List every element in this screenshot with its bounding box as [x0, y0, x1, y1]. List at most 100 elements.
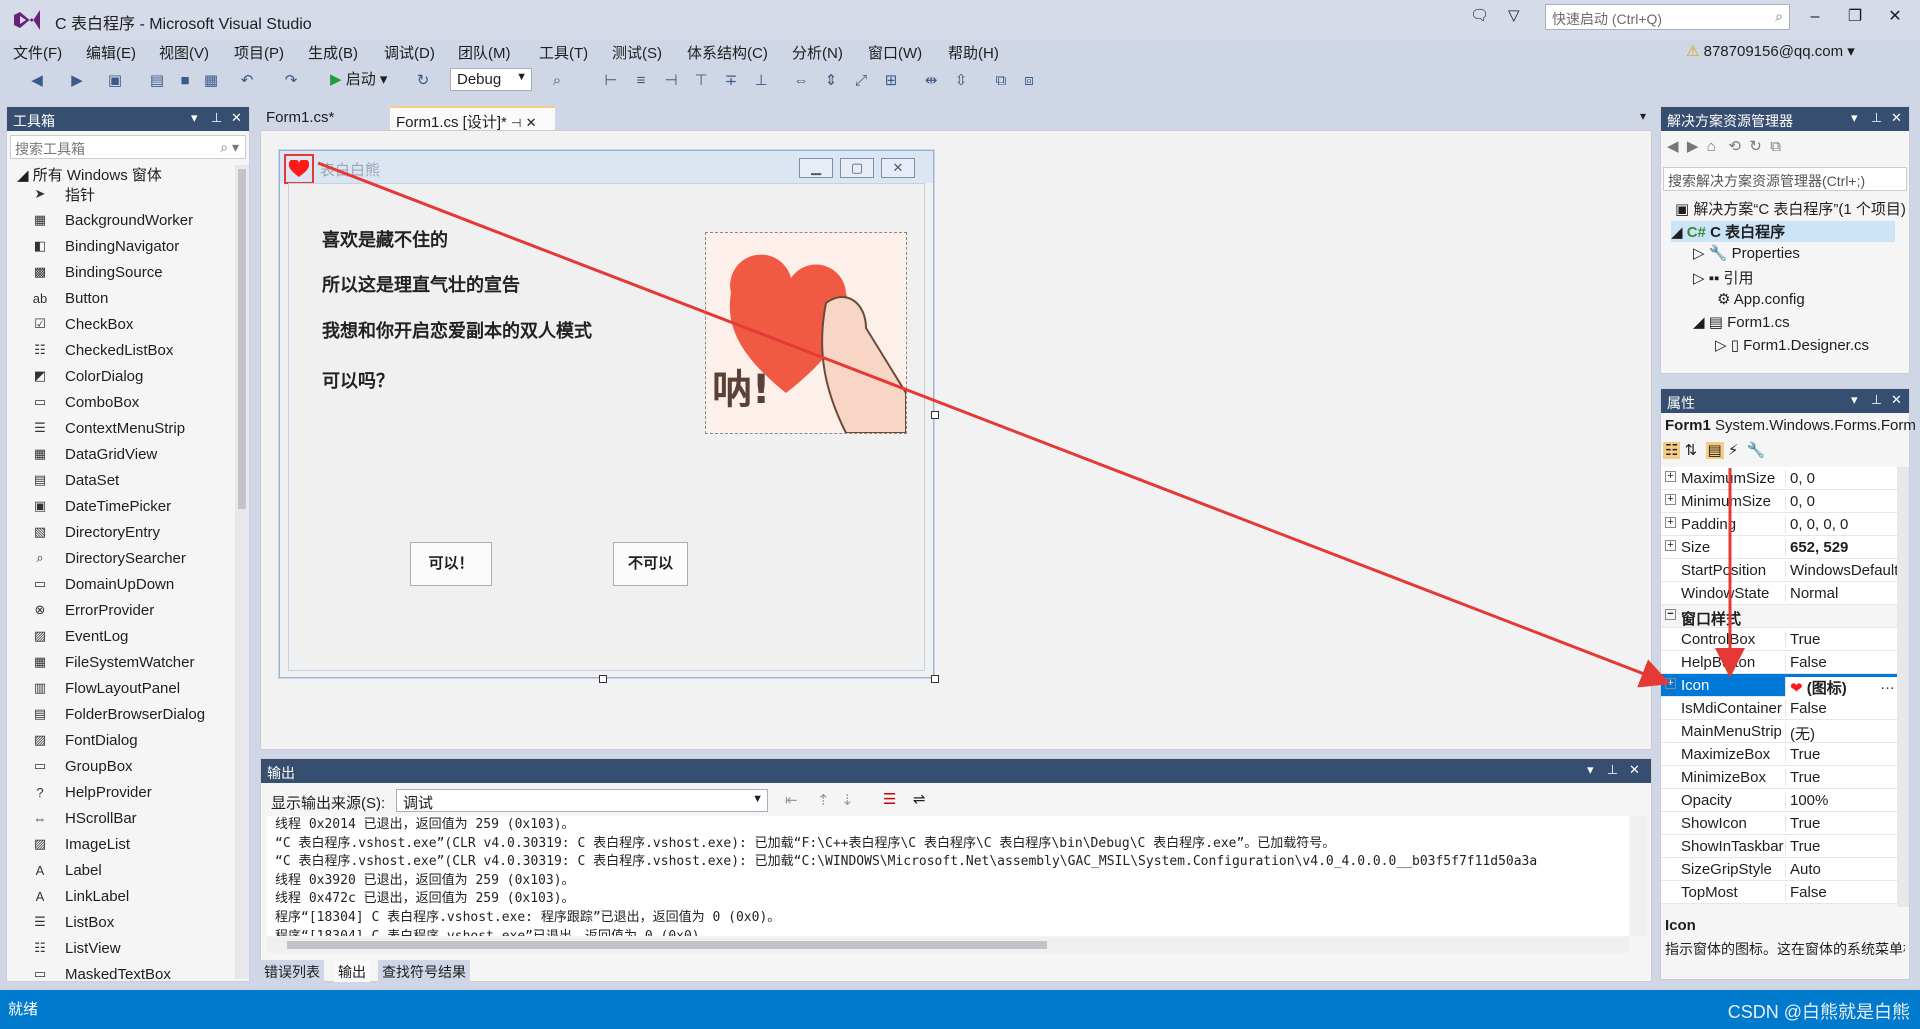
close-button[interactable]: ✕	[1880, 6, 1910, 28]
menu-file[interactable]: 文件(F)	[13, 42, 62, 63]
property-row-ismdicontainer[interactable]: IsMdiContainer False	[1661, 697, 1897, 720]
tree-form1-designer[interactable]: ▷ ▯ Form1.Designer.cs	[1715, 336, 1891, 354]
property-value[interactable]: True	[1785, 838, 1897, 855]
property-value[interactable]: 0, 0	[1785, 493, 1897, 510]
dropdown-icon[interactable]: ▾	[1587, 762, 1594, 778]
form-text-line-1[interactable]: 喜欢是藏不住的	[322, 226, 448, 252]
menu-edit[interactable]: 编辑(E)	[86, 42, 136, 63]
toolbox-item-checkedlistbox[interactable]: ☷ CheckedListBox	[31, 337, 173, 363]
property-row-minimumsize[interactable]: + MinimumSize 0, 0	[1661, 490, 1897, 513]
align-top-icon[interactable]: ⊤	[690, 69, 712, 91]
redo-icon[interactable]: ↷	[280, 69, 302, 91]
browse-button[interactable]: …	[1880, 676, 1895, 693]
clear-all-icon[interactable]: ☰	[883, 790, 896, 808]
property-category[interactable]: − 窗口样式	[1661, 605, 1897, 628]
output-vscrollbar[interactable]	[1631, 816, 1647, 936]
toolbox-item-label[interactable]: A Label	[31, 857, 102, 883]
properties-icon[interactable]: ▤	[1705, 442, 1724, 459]
tab-error-list[interactable]: 错误列表	[260, 960, 324, 982]
property-value[interactable]: 0, 0, 0, 0	[1785, 516, 1897, 533]
save-icon[interactable]: ■	[174, 69, 196, 91]
forward-icon[interactable]: ▶	[1687, 138, 1699, 155]
home-icon[interactable]: ⌂	[1707, 138, 1716, 155]
scroll-thumb[interactable]	[238, 169, 246, 509]
collapse-icon[interactable]: −	[1665, 609, 1676, 620]
toolbox-item-errorprovider[interactable]: ⊗ ErrorProvider	[31, 597, 155, 623]
menu-debug[interactable]: 调试(D)	[384, 42, 435, 63]
tab-overflow-icon[interactable]: ▾	[1640, 109, 1646, 123]
next-message-icon[interactable]: ⇣	[841, 791, 854, 809]
tab-find-symbol-results[interactable]: 查找符号结果	[378, 960, 470, 982]
save-all-icon[interactable]: ▦	[200, 69, 222, 91]
grid-icon[interactable]: ⊞	[880, 69, 902, 91]
pin-icon[interactable]: ⊥	[1871, 392, 1882, 408]
dropdown-icon[interactable]: ▾	[1851, 392, 1858, 408]
toolbox-item-directoryentry[interactable]: ▧ DirectoryEntry	[31, 519, 160, 545]
toolbox-item-imagelist[interactable]: ▨ ImageList	[31, 831, 130, 857]
pin-icon[interactable]: ⊥	[1607, 762, 1618, 778]
output-text[interactable]: 线程 0x2014 已退出，返回值为 259 (0x103)。 “C 表白程序.v…	[267, 816, 1629, 936]
resize-handle-right[interactable]	[931, 411, 939, 419]
expand-icon[interactable]: +	[1665, 517, 1676, 528]
property-row-showintaskbar[interactable]: ShowInTaskbar True	[1661, 835, 1897, 858]
spacing-icon[interactable]: ⇹	[920, 69, 942, 91]
maximize-button[interactable]: ❐	[1840, 6, 1870, 28]
property-row-maximumsize[interactable]: + MaximumSize 0, 0	[1661, 467, 1897, 490]
property-object-selector[interactable]: Form1 System.Windows.Forms.Form	[1665, 417, 1916, 434]
tree-references[interactable]: ▷ ▪▪ 引用	[1693, 267, 1754, 288]
property-row-mainmenustrip[interactable]: MainMenuStrip (无)	[1661, 720, 1897, 744]
back-icon[interactable]: ◀	[1667, 138, 1679, 155]
categorized-icon[interactable]: ☷	[1663, 442, 1681, 459]
property-row-helpbutton[interactable]: HelpButton False	[1661, 651, 1897, 674]
prev-message-icon[interactable]: ⇡	[817, 791, 830, 809]
toolbox-item-datagridview[interactable]: ▦ DataGridView	[31, 441, 157, 467]
toolbox-item-bindingsource[interactable]: ▩ BindingSource	[31, 259, 163, 285]
new-project-icon[interactable]: ▣	[104, 69, 126, 91]
property-row-opacity[interactable]: Opacity 100%	[1661, 789, 1897, 812]
property-value[interactable]: Auto	[1785, 861, 1897, 878]
property-row-windowstate[interactable]: WindowState Normal	[1661, 582, 1897, 605]
property-row-padding[interactable]: + Padding 0, 0, 0, 0	[1661, 513, 1897, 536]
toolbox-search-input[interactable]: 搜索工具箱 ⌕ ▾	[10, 135, 246, 159]
filter-icon[interactable]: ▽	[1508, 6, 1530, 28]
refresh-icon[interactable]: ↻	[1749, 138, 1762, 155]
toolbox-item-listbox[interactable]: ☰ ListBox	[31, 909, 114, 935]
goto-location-icon[interactable]: ⇤	[785, 791, 798, 809]
property-value[interactable]: 0, 0	[1785, 470, 1897, 487]
menu-view[interactable]: 视图(V)	[159, 42, 209, 63]
toolbox-item-combobox[interactable]: ▭ ComboBox	[31, 389, 139, 415]
output-source-select[interactable]: 调试 ▼	[396, 789, 768, 812]
toolbox-item-directorysearcher[interactable]: ⌕ DirectorySearcher	[31, 545, 186, 571]
toolbox-item-fontdialog[interactable]: ▨ FontDialog	[31, 727, 138, 753]
expand-icon[interactable]: +	[1665, 678, 1676, 689]
menu-build[interactable]: 生成(B)	[308, 42, 358, 63]
toolbox-item-folderbrowserdialog[interactable]: ▤ FolderBrowserDialog	[31, 701, 205, 727]
property-row-maximizebox[interactable]: MaximizeBox True	[1661, 743, 1897, 766]
expand-icon[interactable]: +	[1665, 540, 1676, 551]
events-icon[interactable]: ⚡	[1728, 442, 1739, 459]
word-wrap-icon[interactable]: ⇌	[913, 790, 926, 808]
tree-solution[interactable]: ▣ 解决方案“C 表白程序”(1 个项目)	[1675, 198, 1906, 219]
toolbox-item-colordialog[interactable]: ◩ ColorDialog	[31, 363, 144, 389]
toolbox-item-domainupdown[interactable]: ▭ DomainUpDown	[31, 571, 174, 597]
tree-properties[interactable]: ▷ 🔧 Properties	[1693, 244, 1800, 262]
property-row-icon[interactable]: + Icon ❤ (图标)…	[1661, 674, 1897, 698]
solution-search-input[interactable]: 搜索解决方案资源管理器(Ctrl+;)	[1663, 167, 1907, 191]
feedback-icon[interactable]: 🗨	[1470, 6, 1492, 28]
property-value[interactable]: Normal	[1785, 585, 1897, 602]
menu-window[interactable]: 窗口(W)	[868, 42, 922, 63]
tab-form1-code[interactable]: Form1.cs*	[260, 106, 390, 130]
same-width-icon[interactable]: ⇔	[790, 69, 812, 91]
close-icon[interactable]: ✕	[1891, 110, 1902, 126]
form-text-line-4[interactable]: 可以吗？	[322, 367, 394, 393]
toolbox-item-maskedtextbox[interactable]: ▭ MaskedTextBox	[31, 961, 171, 987]
form-text-line-2[interactable]: 所以这是理直气壮的宣告	[322, 271, 520, 297]
start-debug-button[interactable]: ▶ 启动 ▾	[330, 68, 387, 89]
pin-icon[interactable]: ⊥	[211, 110, 222, 126]
align-left-icon[interactable]: ⊢	[600, 69, 622, 91]
account-menu[interactable]: ⚠ 878709156@qq.com ▾	[1686, 42, 1855, 60]
close-icon[interactable]: ✕	[1891, 392, 1902, 408]
property-value[interactable]: True	[1785, 746, 1897, 763]
toolbox-item-helpprovider[interactable]: ? HelpProvider	[31, 779, 151, 805]
property-value[interactable]: False	[1785, 654, 1897, 671]
